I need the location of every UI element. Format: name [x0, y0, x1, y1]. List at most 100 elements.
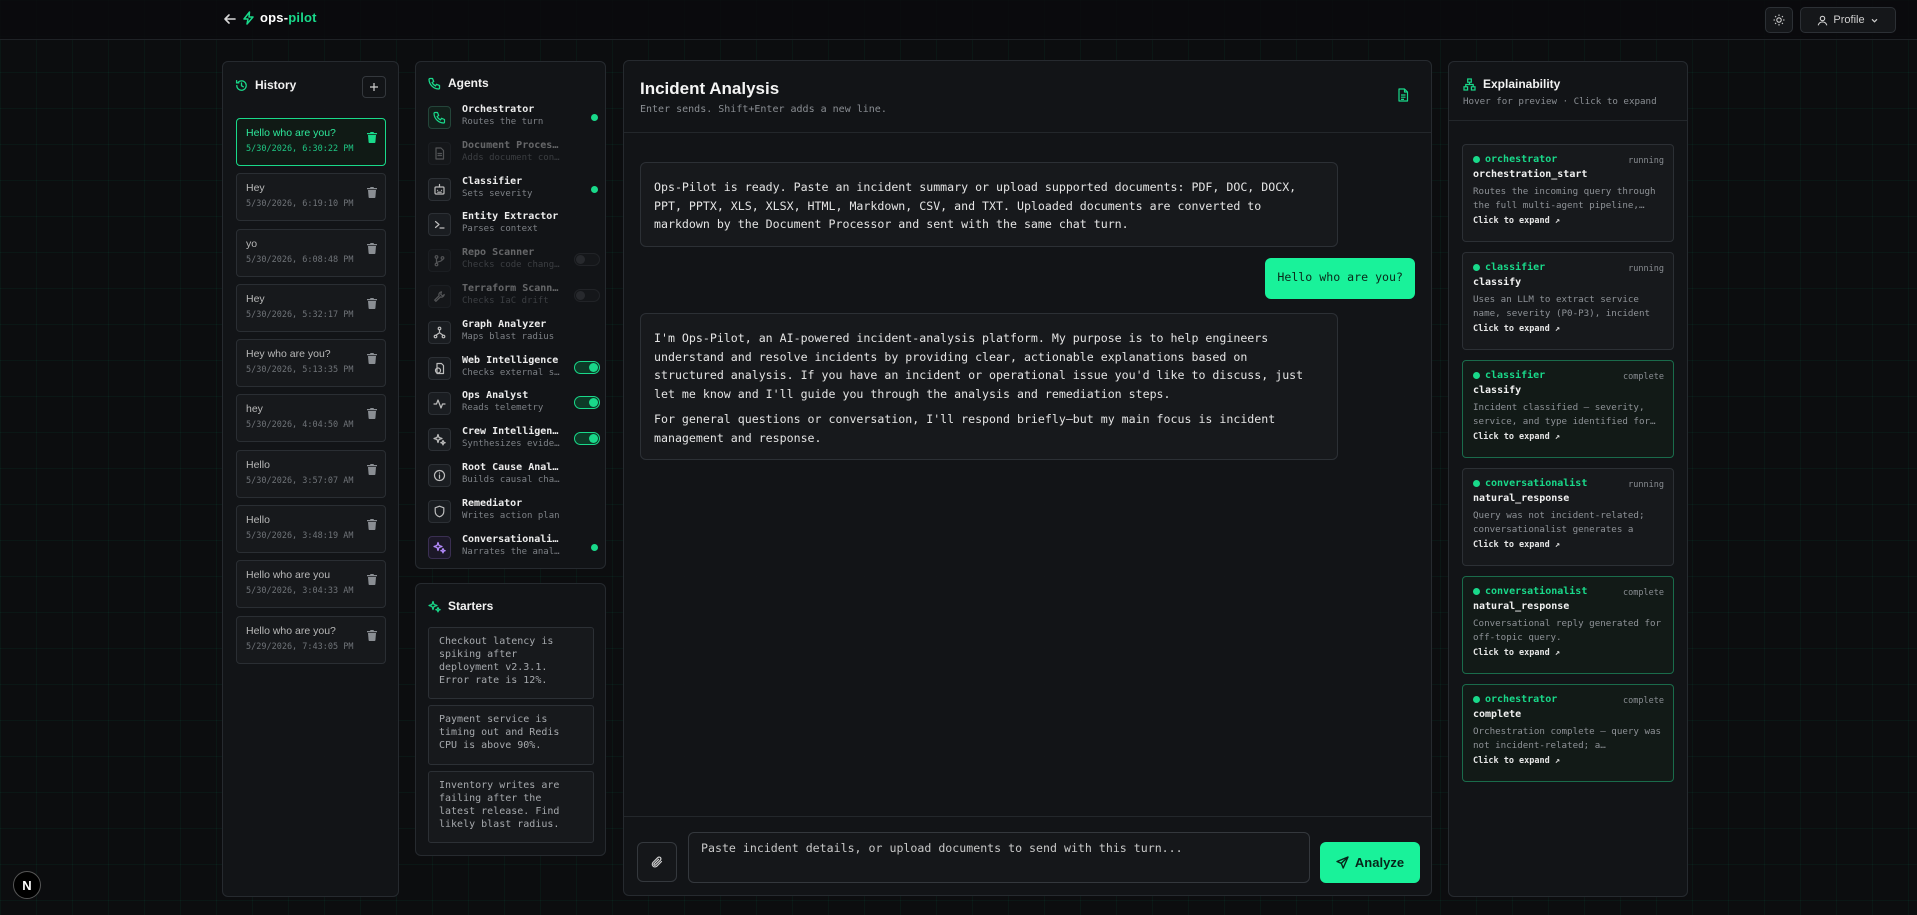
- trace-card[interactable]: classifier running classify Uses an LLM to …: [1462, 252, 1674, 350]
- history-item[interactable]: Hello who are you? 5/30/2026, 6:30:22 PM: [236, 118, 386, 166]
- expand-link[interactable]: Click to expand ↗: [1473, 756, 1663, 766]
- agent-row: Graph Analyzer Maps blast radius: [428, 319, 600, 355]
- trash-icon[interactable]: [367, 629, 377, 641]
- analyze-label: Analyze: [1354, 855, 1405, 870]
- assistant-text-2: For general questions or conversation, I…: [654, 412, 1276, 445]
- status-dot: [1473, 156, 1480, 163]
- trace-card[interactable]: orchestrator complete complete Orchestratio…: [1462, 684, 1674, 782]
- starter-prompt[interactable]: Inventory writes are failing after the l…: [428, 771, 594, 843]
- agent-description: Sets severity: [462, 188, 533, 199]
- history-item[interactable]: Hello 5/30/2026, 3:48:19 AM: [236, 505, 386, 554]
- agent-toggle[interactable]: [574, 288, 600, 302]
- agent-description: Checks external sources: [462, 367, 562, 378]
- trace-step: complete: [1473, 709, 1522, 720]
- trace-description: Routes the incoming query through the fu…: [1473, 186, 1656, 211]
- starter-prompt[interactable]: Payment service is timing out and Redis …: [428, 705, 594, 765]
- trace-card[interactable]: orchestrator running orchestration_start Ro…: [1462, 144, 1674, 242]
- status-dot: [591, 185, 598, 193]
- trash-icon[interactable]: [367, 187, 377, 199]
- lightning-icon: [242, 10, 255, 25]
- trace-step: classify: [1473, 385, 1522, 396]
- chevron-down-icon: [1870, 16, 1879, 25]
- agent-toggle[interactable]: [574, 360, 600, 374]
- trace-list: orchestrator running orchestration_start Ro…: [1462, 144, 1674, 792]
- welcome-text: Ops-Pilot is ready. Paste an incident su…: [654, 180, 1297, 231]
- dev-indicator-badge[interactable]: N: [13, 871, 41, 899]
- agent-row: Orchestrator Routes the turn: [428, 104, 600, 140]
- trace-description: Query was not incident-related; conversa…: [1473, 510, 1645, 535]
- trash-icon[interactable]: [367, 463, 377, 475]
- agent-description: Checks IaC drift: [462, 295, 549, 306]
- agent-name: Remediator: [462, 497, 523, 509]
- theme-toggle-button[interactable]: [1765, 7, 1793, 33]
- agent-toggle[interactable]: [574, 253, 600, 267]
- history-item-title: Hello: [246, 458, 270, 471]
- chat-input[interactable]: [688, 832, 1310, 883]
- terminal-icon: [428, 213, 451, 237]
- status-dot: [1473, 480, 1480, 487]
- expand-link[interactable]: Click to expand ↗: [1473, 540, 1663, 550]
- agent-description: Builds causal chain: [462, 474, 562, 485]
- trash-icon[interactable]: [367, 574, 377, 586]
- expand-link[interactable]: Click to expand ↗: [1473, 648, 1663, 658]
- trace-status: complete: [1623, 372, 1664, 382]
- history-item[interactable]: hey 5/30/2026, 4:04:50 AM: [236, 394, 386, 443]
- agent-row: Remediator Writes action plan: [428, 498, 600, 534]
- agents-panel: Agents Orchestrator Routes the turn Docume…: [415, 61, 606, 569]
- agent-description: Synthesizes evidence: [462, 439, 562, 450]
- agent-toggle[interactable]: [574, 396, 600, 410]
- status-dot: [591, 543, 598, 551]
- assistant-message: I'm Ops-Pilot, an AI-powered incident-an…: [640, 313, 1338, 460]
- history-header: History: [235, 78, 296, 92]
- attach-button[interactable]: [637, 842, 677, 882]
- trace-card[interactable]: conversationalist complete natural_respons…: [1462, 576, 1674, 674]
- trace-agent-name: orchestrator: [1485, 694, 1558, 705]
- history-item[interactable]: Hello who are you? 5/29/2026, 7:43:05 PM: [236, 615, 386, 664]
- trace-agent-name: classifier: [1485, 262, 1546, 273]
- profile-label: Profile: [1833, 14, 1865, 26]
- history-item[interactable]: Hey who are you? 5/30/2026, 5:13:35 PM: [236, 339, 386, 388]
- starter-prompt[interactable]: Checkout latency is spiking after deploy…: [428, 627, 594, 699]
- agent-toggle[interactable]: [574, 432, 600, 446]
- status-dot: [1473, 264, 1480, 271]
- history-item-title: Hey who are you?: [246, 348, 331, 361]
- trace-step: natural_response: [1473, 493, 1570, 504]
- expand-link[interactable]: Click to expand ↗: [1473, 432, 1663, 442]
- trace-card[interactable]: conversationalist running natural_response…: [1462, 468, 1674, 566]
- trash-icon[interactable]: [367, 132, 377, 143]
- history-item[interactable]: Hello 5/30/2026, 3:57:07 AM: [236, 449, 386, 498]
- trash-icon[interactable]: [367, 297, 377, 309]
- trash-icon[interactable]: [367, 519, 377, 531]
- trash-icon[interactable]: [367, 353, 377, 365]
- expand-link[interactable]: Click to expand ↗: [1473, 216, 1663, 226]
- trash-icon[interactable]: [367, 408, 377, 420]
- history-item-date: 5/30/2026, 6:19:10 PM: [246, 199, 354, 210]
- history-item-title: yo: [246, 237, 258, 250]
- back-arrow-icon[interactable]: [222, 11, 238, 27]
- trace-step: orchestration_start: [1473, 169, 1588, 180]
- history-item-date: 5/30/2026, 5:13:35 PM: [246, 365, 354, 376]
- analyze-button[interactable]: Analyze: [1320, 842, 1420, 883]
- info-icon: [428, 463, 451, 487]
- user-icon: [1817, 15, 1828, 26]
- history-item[interactable]: Hello who are you 5/30/2026, 3:04:33 AM: [236, 560, 386, 609]
- document-icon[interactable]: [1397, 88, 1409, 102]
- trash-icon[interactable]: [367, 242, 377, 254]
- brand-name: ops-pilot: [260, 10, 317, 25]
- agent-row: Repo Scanner Checks code changes: [428, 247, 600, 283]
- network-icon: [428, 320, 451, 344]
- expand-link[interactable]: Click to expand ↗: [1473, 324, 1663, 334]
- profile-button[interactable]: Profile: [1800, 7, 1896, 33]
- agent-description: Narrates the analysis: [462, 546, 562, 557]
- trace-card[interactable]: classifier complete classify Incident class…: [1462, 360, 1674, 458]
- history-item-date: 5/30/2026, 3:57:07 AM: [246, 475, 354, 486]
- activity-icon: [428, 392, 451, 416]
- history-item-title: Hey: [246, 292, 265, 305]
- history-item[interactable]: yo 5/30/2026, 6:08:48 PM: [236, 228, 386, 277]
- new-chat-button[interactable]: [362, 76, 386, 98]
- history-item[interactable]: Hey 5/30/2026, 5:32:17 PM: [236, 283, 386, 332]
- user-message: Hello who are you?: [1265, 258, 1415, 299]
- brand[interactable]: ops-pilot: [242, 10, 317, 25]
- history-item[interactable]: Hey 5/30/2026, 6:19:10 PM: [236, 173, 386, 222]
- trace-agent-name: classifier: [1485, 370, 1546, 381]
